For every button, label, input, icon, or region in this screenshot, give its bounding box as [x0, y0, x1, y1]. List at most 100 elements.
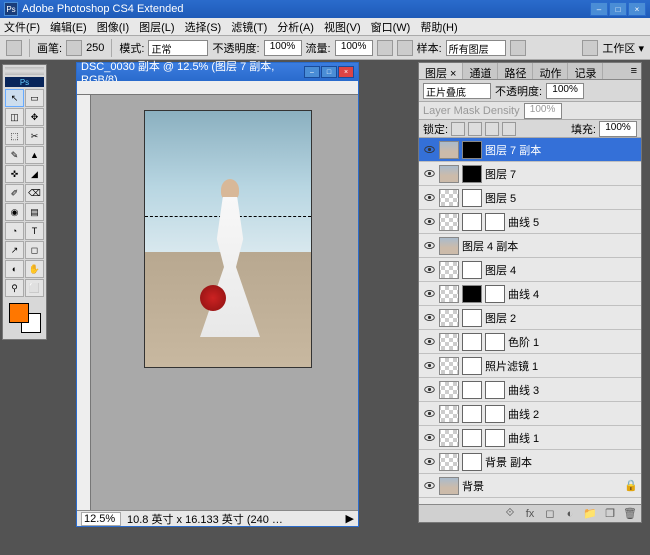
mask-thumbnail[interactable] — [462, 141, 482, 159]
visibility-toggle[interactable] — [422, 407, 436, 421]
layer-thumbnail[interactable] — [439, 261, 459, 279]
extra-thumbnail[interactable] — [485, 405, 505, 423]
layer-name[interactable]: 背景 副本 — [485, 454, 638, 470]
visibility-toggle[interactable] — [422, 335, 436, 349]
layer-thumbnail[interactable] — [439, 381, 459, 399]
extra-thumbnail[interactable] — [485, 285, 505, 303]
layer-thumbnail[interactable] — [439, 333, 459, 351]
visibility-toggle[interactable] — [422, 359, 436, 373]
tool-2[interactable]: ◫ — [5, 108, 24, 126]
layer-name[interactable]: 色阶 1 — [508, 334, 638, 350]
brush-size[interactable]: 250 — [86, 42, 104, 54]
mode-select[interactable]: 正常 — [148, 40, 208, 56]
mask-thumbnail[interactable] — [462, 309, 482, 327]
tool-3[interactable]: ✥ — [25, 108, 44, 126]
layer-thumbnail[interactable] — [439, 477, 459, 495]
visibility-toggle[interactable] — [422, 167, 436, 181]
layer-name[interactable]: 图层 4 — [485, 262, 638, 278]
fx-icon[interactable]: fx — [523, 508, 537, 520]
canvas[interactable] — [145, 111, 311, 367]
tool-4[interactable]: ⬚ — [5, 127, 24, 145]
layer-row[interactable]: 曲线 3 — [419, 378, 641, 402]
tool-7[interactable]: ▲ — [25, 146, 44, 164]
mask-thumbnail[interactable] — [462, 453, 482, 471]
layer-row[interactable]: 图层 4 — [419, 258, 641, 282]
delete-layer-icon[interactable]: 🗑 — [623, 508, 637, 520]
panel-icon[interactable] — [582, 40, 598, 56]
tool-15[interactable]: T — [25, 222, 44, 240]
tool-14[interactable]: ◔ — [5, 222, 24, 240]
doc-minimize-button[interactable]: – — [304, 66, 320, 78]
layer-thumbnail[interactable] — [439, 285, 459, 303]
layer-thumbnail[interactable] — [439, 357, 459, 375]
menu-item-1[interactable]: 编辑(E) — [50, 19, 87, 35]
layer-name[interactable]: 照片滤镜 1 — [485, 358, 638, 374]
layer-row[interactable]: 背景🔒 — [419, 474, 641, 498]
link-layers-icon[interactable]: ⟐ — [503, 508, 517, 520]
layer-thumbnail[interactable] — [439, 309, 459, 327]
layer-name[interactable]: 图层 7 — [485, 166, 638, 182]
mask-thumbnail[interactable] — [462, 333, 482, 351]
layer-name[interactable]: 图层 4 副本 — [462, 238, 638, 254]
visibility-toggle[interactable] — [422, 263, 436, 277]
tool-preset-icon[interactable] — [6, 40, 22, 56]
mask-thumbnail[interactable] — [462, 213, 482, 231]
tool-16[interactable]: ↗ — [5, 241, 24, 259]
sample-select[interactable]: 所有图层 — [446, 40, 506, 56]
mask-thumbnail[interactable] — [462, 189, 482, 207]
tool-20[interactable]: ⚲ — [5, 279, 24, 297]
layer-name[interactable]: 曲线 5 — [508, 214, 638, 230]
panel-tab-0[interactable]: 图层 × — [419, 63, 463, 79]
mask-thumbnail[interactable] — [462, 429, 482, 447]
flow-input[interactable]: 100% — [335, 40, 373, 56]
tool-17[interactable]: ◻ — [25, 241, 44, 259]
layer-thumbnail[interactable] — [439, 141, 459, 159]
tool-11[interactable]: ⌫ — [25, 184, 44, 202]
layer-row[interactable]: 图层 7 副本 — [419, 138, 641, 162]
layer-name[interactable]: 曲线 1 — [508, 430, 638, 446]
layer-row[interactable]: 曲线 5 — [419, 210, 641, 234]
lock-position-icon[interactable] — [485, 122, 499, 136]
lock-all-icon[interactable] — [502, 122, 516, 136]
visibility-toggle[interactable] — [422, 215, 436, 229]
layer-name[interactable]: 图层 2 — [485, 310, 638, 326]
new-group-icon[interactable]: 📁 — [583, 508, 597, 520]
maximize-button[interactable]: □ — [609, 2, 627, 16]
horizontal-ruler[interactable] — [77, 81, 358, 95]
tool-21[interactable]: ⬜ — [25, 279, 44, 297]
tool-1[interactable]: ▭ — [25, 89, 44, 107]
doc-close-button[interactable]: × — [338, 66, 354, 78]
tool-8[interactable]: ✜ — [5, 165, 24, 183]
menu-item-2[interactable]: 图像(I) — [97, 19, 129, 35]
layer-row[interactable]: 图层 2 — [419, 306, 641, 330]
layer-thumbnail[interactable] — [439, 237, 459, 255]
visibility-toggle[interactable] — [422, 287, 436, 301]
ignore-adj-icon[interactable] — [510, 40, 526, 56]
lock-image-icon[interactable] — [468, 122, 482, 136]
new-layer-icon[interactable]: ❐ — [603, 508, 617, 520]
visibility-toggle[interactable] — [422, 455, 436, 469]
mask-thumbnail[interactable] — [462, 165, 482, 183]
visibility-toggle[interactable] — [422, 191, 436, 205]
menu-item-5[interactable]: 滤镜(T) — [231, 19, 267, 35]
tool-12[interactable]: ◉ — [5, 203, 24, 221]
panel-tab-2[interactable]: 路径 — [498, 63, 533, 79]
add-adjustment-icon[interactable]: ◐ — [563, 508, 577, 520]
layer-thumbnail[interactable] — [439, 429, 459, 447]
close-button[interactable]: × — [628, 2, 646, 16]
extra-thumbnail[interactable] — [485, 333, 505, 351]
layer-thumbnail[interactable] — [439, 213, 459, 231]
tool-9[interactable]: ◢ — [25, 165, 44, 183]
menu-item-7[interactable]: 视图(V) — [324, 19, 361, 35]
mask-thumbnail[interactable] — [462, 381, 482, 399]
toolbox-handle[interactable] — [5, 67, 44, 75]
layer-name[interactable]: 曲线 3 — [508, 382, 638, 398]
layer-name[interactable]: 曲线 2 — [508, 406, 638, 422]
menu-item-8[interactable]: 窗口(W) — [371, 19, 411, 35]
blend-mode-select[interactable]: 正片叠底 — [423, 83, 491, 99]
extra-thumbnail[interactable] — [485, 381, 505, 399]
tool-5[interactable]: ✂ — [25, 127, 44, 145]
layer-thumbnail[interactable] — [439, 165, 459, 183]
menu-item-4[interactable]: 选择(S) — [185, 19, 222, 35]
visibility-toggle[interactable] — [422, 239, 436, 253]
